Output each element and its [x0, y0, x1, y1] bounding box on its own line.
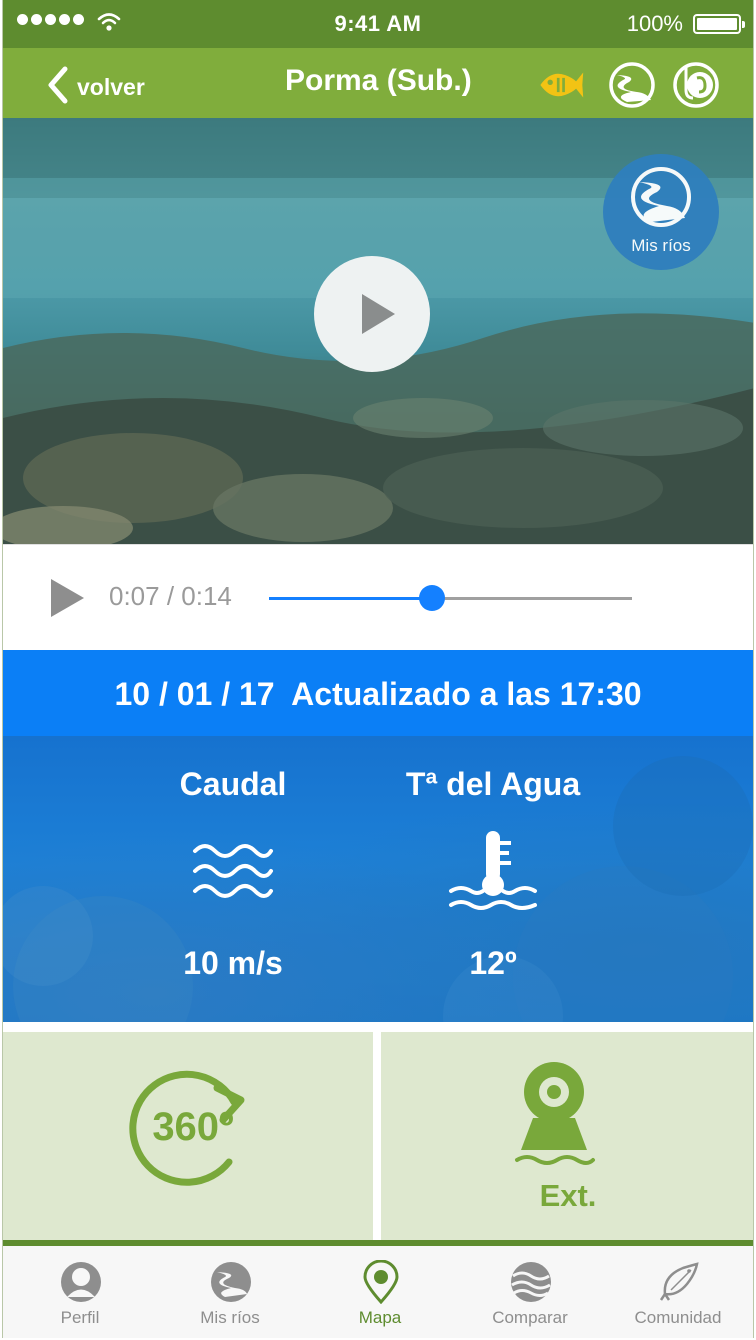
- back-button[interactable]: volver: [43, 64, 145, 106]
- external-camera-button[interactable]: Ext.: [381, 1032, 753, 1240]
- view-360-button[interactable]: 360º: [3, 1032, 373, 1240]
- time-display: 0:07 / 0:14: [109, 581, 232, 611]
- metrics-panel: Caudal 10 m/s Tª del Agua 12º: [3, 736, 753, 1022]
- back-label: volver: [77, 73, 145, 100]
- update-text: 10 / 01 / 17 Actualizado a las 17:30: [114, 676, 642, 712]
- tab-mapa[interactable]: Mapa: [305, 1246, 455, 1338]
- temperature-value: 12º: [469, 945, 517, 981]
- water-temperature-metric: Tª del Agua 12º: [333, 736, 653, 982]
- tab-label: Mapa: [358, 1308, 402, 1327]
- river-icon: [631, 167, 691, 227]
- play-icon[interactable]: [51, 579, 84, 617]
- webcam-icon: [515, 1062, 595, 1165]
- ext-label: Ext.: [539, 1178, 597, 1213]
- three-sixty-text: 360º: [152, 1105, 233, 1149]
- app-screen: 9:41 AM 100% volver Porma (Sub.) Mis río…: [2, 0, 754, 1338]
- tab-bar: Perfil Mis ríos Mapa Comparar Comunidad: [3, 1246, 753, 1338]
- hook-icon[interactable]: [671, 62, 721, 108]
- tab-comparar[interactable]: Comparar: [455, 1246, 605, 1338]
- mis-rios-label: Mis ríos: [631, 236, 691, 255]
- play-button-large[interactable]: [314, 256, 430, 372]
- chevron-left-icon: [48, 66, 68, 104]
- map-pin-icon: [363, 1260, 399, 1304]
- action-tiles: 360º Ext.: [3, 1022, 753, 1246]
- slider-thumb[interactable]: [419, 585, 446, 611]
- tab-label: Comunidad: [634, 1308, 722, 1327]
- waves-icon: [193, 844, 273, 898]
- fish-icon[interactable]: [535, 62, 585, 108]
- tab-perfil[interactable]: Perfil: [5, 1246, 155, 1338]
- status-bar: 9:41 AM 100%: [3, 0, 753, 48]
- river-icon: [211, 1262, 251, 1302]
- tab-comunidad[interactable]: Comunidad: [603, 1246, 753, 1338]
- tab-label: Perfil: [60, 1308, 100, 1327]
- progress-fill: [269, 597, 433, 600]
- battery-percent: 100%: [626, 11, 683, 36]
- temperature-label: Tª del Agua: [405, 766, 581, 802]
- thermometer-icon: [449, 831, 537, 910]
- tab-label: Comparar: [492, 1308, 568, 1327]
- compare-icon: [511, 1262, 551, 1302]
- mis-rios-button[interactable]: Mis ríos: [603, 154, 719, 270]
- progress-slider[interactable]: [269, 585, 632, 611]
- video-player[interactable]: Mis ríos: [3, 118, 753, 544]
- page-title: Porma (Sub.): [285, 64, 472, 97]
- navigation-bar: volver Porma (Sub.): [3, 48, 753, 118]
- profile-icon: [61, 1262, 101, 1302]
- rotate-360-icon: 360º: [129, 1070, 245, 1186]
- update-banner: 10 / 01 / 17 Actualizado a las 17:30: [3, 650, 753, 736]
- battery-icon: [693, 14, 745, 34]
- fish-icon: [659, 1262, 699, 1301]
- player-controls: 0:07 / 0:14: [3, 544, 753, 651]
- tab-mis-rios[interactable]: Mis ríos: [155, 1246, 305, 1338]
- river-icon[interactable]: [607, 62, 657, 108]
- tab-label: Mis ríos: [200, 1308, 260, 1327]
